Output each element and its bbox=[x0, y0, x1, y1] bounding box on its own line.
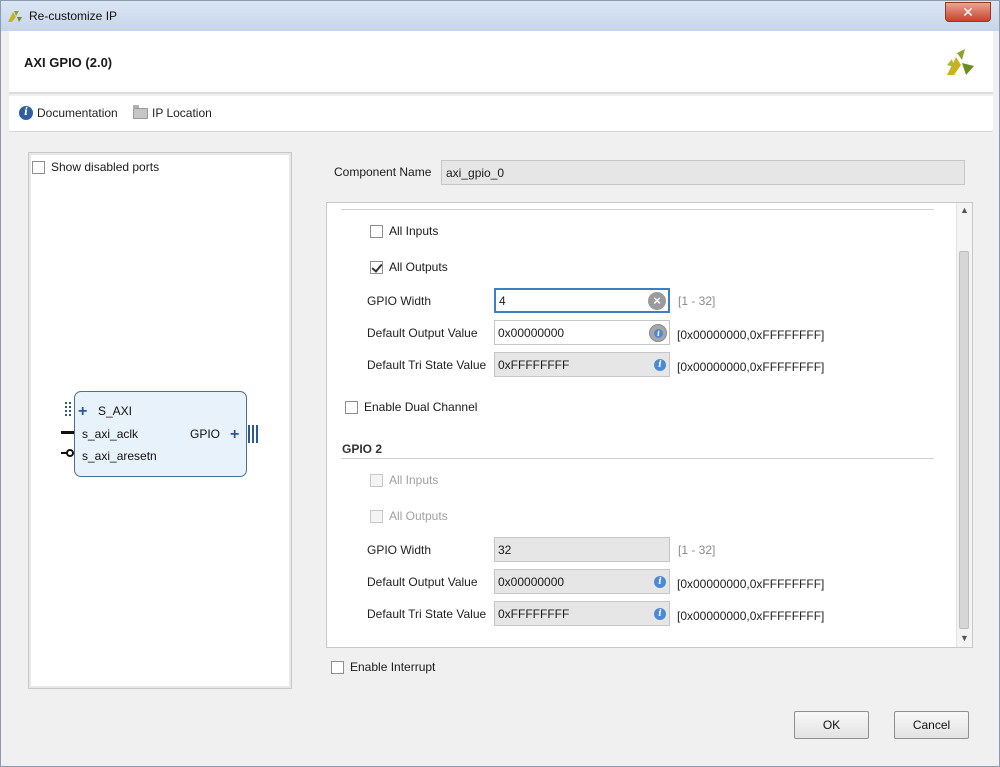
scrollbar-thumb[interactable] bbox=[959, 251, 969, 629]
gpio2-divider bbox=[341, 458, 934, 459]
ip-location-link[interactable]: IP Location bbox=[133, 104, 212, 120]
ip-symbol-panel: Show disabled ports + S_AXI s_axi_aclk s… bbox=[28, 152, 292, 689]
all-outputs-label: All Outputs bbox=[389, 509, 448, 523]
show-disabled-ports-checkbox[interactable]: Show disabled ports bbox=[32, 160, 159, 174]
info-icon: i bbox=[19, 106, 33, 120]
gpio1-default-tri-range: [0x00000000,0xFFFFFFFF] bbox=[677, 360, 825, 374]
gpio2-width-range: [1 - 32] bbox=[678, 543, 716, 557]
gpio1-default-output-label: Default Output Value bbox=[367, 326, 478, 340]
all-outputs-label: All Outputs bbox=[389, 260, 448, 274]
gpio1-default-output-input[interactable]: 0x00000000 bbox=[494, 320, 670, 345]
gpio2-default-output-input[interactable]: 0x00000000 bbox=[494, 569, 670, 594]
re-customize-ip-dialog: Re-customize IP ✕ AXI GPIO (2.0) i Docum… bbox=[0, 0, 1000, 767]
title-bar[interactable]: Re-customize IP ✕ bbox=[1, 1, 999, 31]
show-disabled-ports-label: Show disabled ports bbox=[51, 160, 160, 174]
gpio1-width-label: GPIO Width bbox=[367, 294, 432, 308]
component-name-label: Component Name bbox=[334, 165, 432, 179]
gpio1-width-range: [1 - 32] bbox=[678, 294, 716, 308]
gpio1-width-input[interactable]: 4 bbox=[494, 288, 670, 313]
dialog-header: AXI GPIO (2.0) bbox=[9, 31, 993, 94]
gpio1-all-inputs-checkbox[interactable]: All Inputs bbox=[370, 224, 438, 238]
gpio2-default-output-range: [0x00000000,0xFFFFFFFF] bbox=[677, 577, 825, 591]
gpio2-all-inputs-checkbox[interactable]: All Inputs bbox=[370, 473, 438, 487]
port-s-axi: S_AXI bbox=[98, 404, 133, 418]
scroll-up-arrow-icon[interactable]: ▲ bbox=[960, 205, 969, 215]
port-s-axi-aclk: s_axi_aclk bbox=[82, 427, 139, 441]
checkbox-box[interactable] bbox=[331, 660, 344, 674]
checkbox-box[interactable] bbox=[370, 260, 383, 274]
port-s-axi-aresetn: s_axi_aresetn bbox=[82, 449, 157, 463]
config-scroll-panel: All Inputs All Outputs GPIO Width 4 × [1… bbox=[326, 202, 973, 648]
reset-default-icon[interactable]: i bbox=[649, 324, 667, 342]
gpio1-default-tri-input[interactable]: 0xFFFFFFFF bbox=[494, 352, 670, 377]
gpio2-default-tri-range: [0x00000000,0xFFFFFFFF] bbox=[677, 609, 825, 623]
gpio2-width-label: GPIO Width bbox=[367, 543, 432, 557]
expand-plus-icon[interactable]: + bbox=[78, 404, 87, 420]
enable-dual-channel-checkbox[interactable]: Enable Dual Channel bbox=[345, 400, 477, 414]
info-icon[interactable]: i bbox=[654, 608, 666, 620]
vertical-scrollbar[interactable]: ▲ ▼ bbox=[956, 203, 972, 647]
port-gpio: GPIO bbox=[190, 427, 221, 441]
gpio1-all-outputs-checkbox[interactable]: All Outputs bbox=[370, 260, 448, 274]
dialog-body: AXI GPIO (2.0) i Documentation IP Locati… bbox=[9, 31, 993, 761]
ip-title: AXI GPIO (2.0) bbox=[24, 55, 113, 70]
scroll-down-arrow-icon[interactable]: ▼ bbox=[960, 633, 969, 643]
info-icon[interactable]: i bbox=[654, 576, 666, 588]
axi-gpio-block[interactable]: + S_AXI s_axi_aclk s_axi_aresetn GPIO + bbox=[74, 391, 247, 477]
gpio-expand-plus-icon[interactable]: + bbox=[230, 427, 239, 443]
checkbox-box[interactable] bbox=[370, 509, 383, 523]
documentation-link[interactable]: i Documentation bbox=[19, 106, 118, 120]
cancel-button[interactable]: Cancel bbox=[894, 711, 969, 739]
all-inputs-label: All Inputs bbox=[389, 473, 439, 487]
gpio1-default-tri-label: Default Tri State Value bbox=[367, 358, 487, 372]
vivado-logo-icon bbox=[947, 49, 974, 75]
gpio2-default-output-label: Default Output Value bbox=[367, 575, 478, 589]
gpio2-default-tri-input[interactable]: 0xFFFFFFFF bbox=[494, 601, 670, 626]
gpio2-default-tri-label: Default Tri State Value bbox=[367, 607, 487, 621]
gpio2-all-outputs-checkbox[interactable]: All Outputs bbox=[370, 509, 448, 523]
ip-location-label: IP Location bbox=[152, 106, 212, 120]
info-icon[interactable]: i bbox=[654, 359, 666, 371]
documentation-label: Documentation bbox=[37, 106, 118, 120]
gpio1-default-output-range: [0x00000000,0xFFFFFFFF] bbox=[677, 328, 825, 342]
checkbox-box[interactable] bbox=[345, 400, 358, 414]
enable-interrupt-label: Enable Interrupt bbox=[350, 660, 436, 674]
all-inputs-label: All Inputs bbox=[389, 224, 439, 238]
clear-icon[interactable]: × bbox=[648, 292, 666, 310]
component-name-field[interactable]: axi_gpio_0 bbox=[441, 160, 965, 185]
checkbox-box[interactable] bbox=[370, 224, 383, 238]
gpio2-width-input[interactable]: 32 bbox=[494, 537, 670, 562]
checkbox-box[interactable] bbox=[370, 473, 383, 487]
window-close-button[interactable]: ✕ bbox=[945, 2, 991, 22]
ok-button[interactable]: OK bbox=[794, 711, 869, 739]
folder-icon bbox=[133, 104, 148, 119]
window-title: Re-customize IP bbox=[29, 9, 118, 23]
section-divider bbox=[341, 209, 934, 210]
gpio2-section-title: GPIO 2 bbox=[342, 442, 383, 456]
vivado-app-icon bbox=[8, 11, 22, 22]
documentation-bar: i Documentation IP Location bbox=[9, 96, 993, 132]
enable-interrupt-checkbox[interactable]: Enable Interrupt bbox=[331, 660, 435, 674]
enable-dual-channel-label: Enable Dual Channel bbox=[364, 400, 478, 414]
checkbox-box[interactable] bbox=[32, 160, 45, 174]
gpio-bus-icon bbox=[248, 425, 258, 443]
